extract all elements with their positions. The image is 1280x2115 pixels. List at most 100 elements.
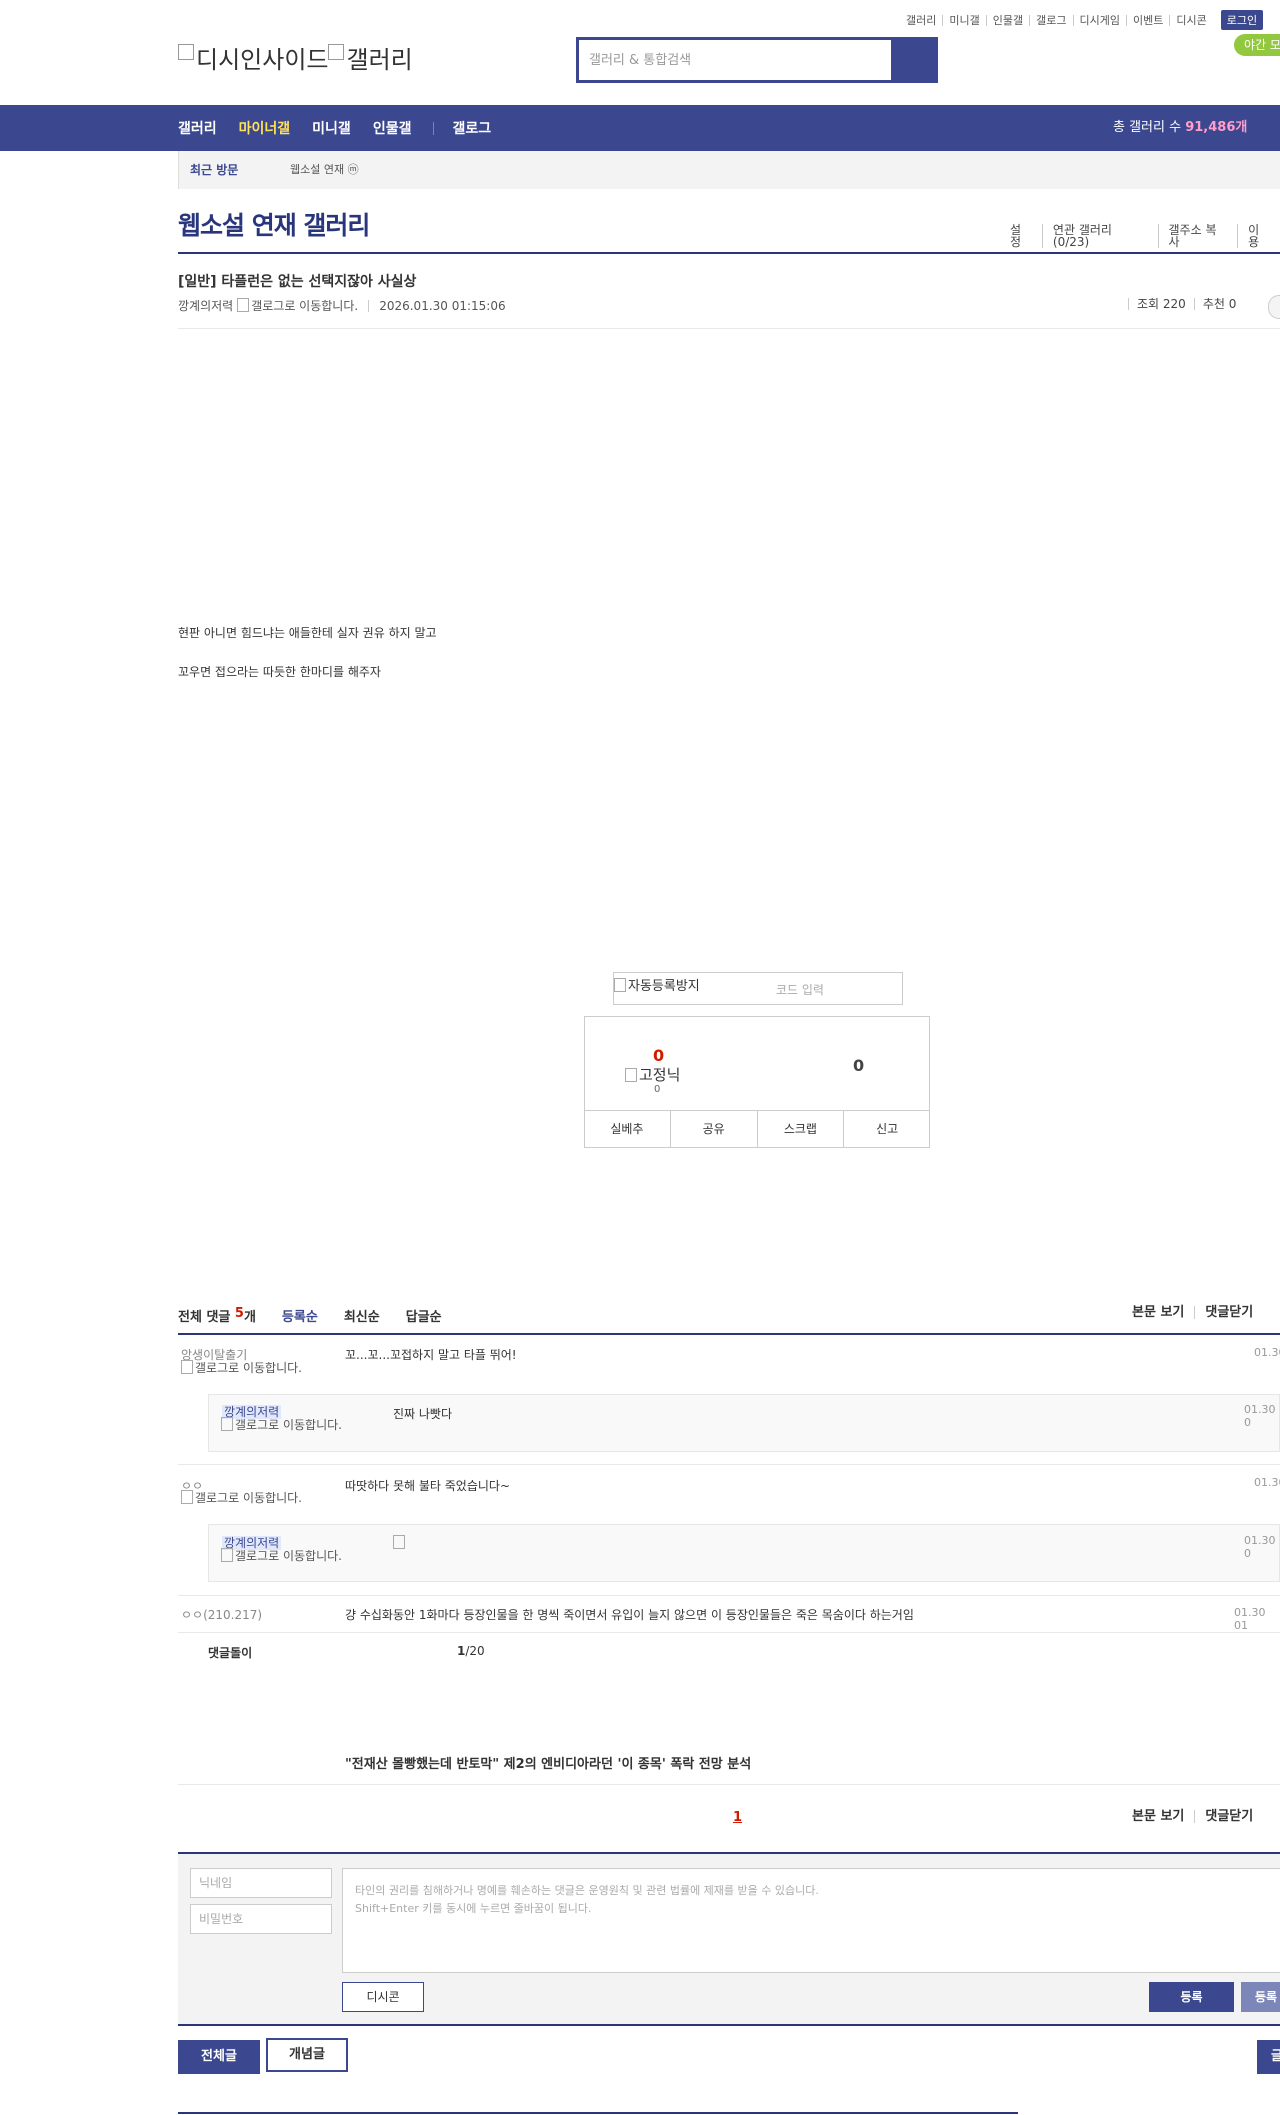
- top-link-gallery[interactable]: 갤러리: [900, 15, 942, 26]
- divider: [178, 1632, 1280, 1633]
- top-link-minigall[interactable]: 미니갤: [942, 14, 985, 26]
- submit-and-recommend-button[interactable]: 등록: [1241, 1982, 1280, 2012]
- comment-header-tools: 본문 보기 댓글닫기: [1122, 1306, 1263, 1319]
- top-link-person[interactable]: 인물갤: [985, 14, 1029, 26]
- top-link-event[interactable]: 이벤트: [1125, 14, 1169, 26]
- best-recommend-button[interactable]: 실베추: [584, 1111, 670, 1148]
- site-logo[interactable]: 디시인사이드 갤러리: [178, 40, 413, 75]
- recent-visit-label[interactable]: 최근 방문: [190, 151, 238, 189]
- close-comments-link[interactable]: 댓글닫기: [1194, 1306, 1263, 1319]
- upvote-button[interactable]: 고정닉: [625, 1064, 680, 1085]
- ad-headline-link[interactable]: "전재산 몰빵했는데 반토막" 제2의 엔비디아라던 '이 종목' 폭락 전망 …: [345, 1753, 751, 1772]
- gallog-link[interactable]: 갤로그로 이동합니다.: [221, 1548, 351, 1563]
- post-body-line: 현판 아니면 힘드냐는 애들한테 실자 권유 하지 말고: [178, 626, 437, 640]
- login-button[interactable]: 로그인: [1220, 10, 1264, 30]
- sort-reply[interactable]: 답글순: [406, 1306, 442, 1325]
- gallog-link[interactable]: 갤로그로 이동합니다.: [181, 1360, 311, 1375]
- report-button[interactable]: 신고: [843, 1111, 930, 1148]
- reply-box: [208, 1524, 1280, 1582]
- broken-image-icon: [178, 44, 194, 60]
- view-post-link[interactable]: 본문 보기: [1122, 1810, 1194, 1823]
- view-count: 조회 220: [1128, 298, 1194, 310]
- dccon-button[interactable]: 디시콘: [342, 1982, 424, 2012]
- post-title: [일반] 타플런은 없는 선택지잖아 사실상: [178, 274, 417, 290]
- search-input[interactable]: [579, 40, 893, 80]
- share-toggle-button[interactable]: [1268, 295, 1280, 319]
- search-icon: [902, 49, 920, 67]
- captcha-box: 자동등록방지: [613, 972, 908, 1005]
- comment-text: 걍 수십화동안 1화마다 등장인물을 한 명씩 죽이면서 유입이 늘지 않으면 …: [345, 1608, 914, 1622]
- gallery-settings-link[interactable]: 설정: [1000, 224, 1042, 248]
- comment-nick[interactable]: ㅇㅇ(210.217): [181, 1606, 262, 1623]
- gallery-title[interactable]: 웹소설 연재 갤러리: [178, 206, 370, 242]
- sort-latest[interactable]: 최신순: [344, 1306, 380, 1325]
- post-meta: 깡계의저력 갤로그로 이동합니다. 2026.01.30 01:15:06: [178, 297, 506, 314]
- comment-time: 01.30: [1254, 1476, 1280, 1489]
- nickname-input[interactable]: [190, 1868, 332, 1898]
- top-link-dcgame[interactable]: 디시게임: [1072, 14, 1126, 26]
- post-author[interactable]: 깡계의저력: [178, 297, 233, 314]
- divider: [178, 1595, 1280, 1596]
- concept-posts-button[interactable]: 개념글: [266, 2038, 348, 2072]
- comment-footer-tools: 본문 보기 댓글닫기: [1122, 1810, 1263, 1823]
- nav-person-gallery[interactable]: 인물갤: [373, 118, 412, 138]
- captcha-image: 자동등록방지: [614, 975, 700, 994]
- nav-mini-gallery[interactable]: 미니갤: [312, 118, 351, 138]
- nav-gallery[interactable]: 갤러리: [178, 118, 217, 138]
- divider: [178, 2024, 1280, 2026]
- gallery-count: 총 갤러리 수 91,486개: [1113, 105, 1247, 151]
- nav-gallog[interactable]: 갤로그: [452, 118, 491, 138]
- night-mode-toggle[interactable]: 야간 모: [1234, 34, 1280, 56]
- captcha-input[interactable]: [764, 979, 908, 1001]
- comment-total-label: 전체 댓글: [178, 1310, 231, 1325]
- sort-registered[interactable]: 등록순: [282, 1306, 318, 1325]
- related-gallery-link[interactable]: 연관 갤러리(0/23): [1041, 224, 1158, 248]
- top-link-dccon[interactable]: 디시콘: [1169, 14, 1212, 26]
- comment-page-1[interactable]: 1: [733, 1810, 742, 1825]
- reply-box: [208, 1394, 1280, 1452]
- view-post-link[interactable]: 본문 보기: [1122, 1306, 1194, 1319]
- divider: [178, 2112, 1018, 2114]
- logo-alt-text: 디시인사이드: [196, 46, 329, 74]
- top-link-gallog[interactable]: 갤로그: [1029, 14, 1072, 26]
- search-box: [576, 37, 938, 83]
- upvote-count: 0: [653, 1046, 665, 1065]
- gallery-count-value: 91,486개: [1185, 120, 1248, 135]
- copy-gallery-url-link[interactable]: 갤주소 복사: [1157, 224, 1238, 248]
- close-comments-link[interactable]: 댓글닫기: [1194, 1810, 1263, 1823]
- divider: [178, 1464, 1280, 1465]
- usage-link[interactable]: 이용: [1237, 224, 1280, 248]
- comment-time: 01.30 01: [1234, 1606, 1266, 1632]
- pager-total: /20: [465, 1644, 485, 1658]
- gallog-link[interactable]: 갤로그로 이동합니다.: [237, 297, 358, 314]
- broken-image-icon: [328, 44, 345, 60]
- search-button[interactable]: [891, 37, 935, 83]
- comment-textarea[interactable]: [342, 1868, 1280, 1973]
- recommend-actions: 실베추 공유 스크랩 신고: [584, 1110, 930, 1148]
- gallery-tools: 설정 연관 갤러리(0/23) 갤주소 복사 이용: [1000, 224, 1280, 248]
- gallog-link[interactable]: 갤로그로 이동합니다.: [221, 1417, 351, 1432]
- gallery-count-label: 총 갤러리 수: [1113, 120, 1182, 135]
- comment-time: 01.30 0: [1244, 1534, 1276, 1560]
- comment-header: 전체 댓글 5개 등록순 최신순 답글순: [178, 1306, 442, 1325]
- gallog-link[interactable]: 갤로그로 이동합니다.: [181, 1490, 311, 1505]
- divider: [178, 1784, 1280, 1785]
- divider: [178, 252, 1280, 254]
- divider: [178, 1333, 1280, 1335]
- password-input[interactable]: [190, 1904, 332, 1934]
- top-links: 갤러리 미니갤 인물갤 갤로그 디시게임 이벤트 디시콘 로그인: [900, 10, 1264, 30]
- comment-time: 01.30 0: [1244, 1403, 1276, 1429]
- recent-visit-item[interactable]: 웹소설 연재 ⓜ: [290, 151, 359, 189]
- comment-text: 꼬...꼬...꼬접하지 말고 타플 뛰어!: [345, 1348, 517, 1362]
- write-post-button[interactable]: 글: [1257, 2040, 1280, 2074]
- comment-text: 따땃하다 못해 불타 죽었습니다~: [345, 1479, 511, 1493]
- recommend-count: 추천 0: [1193, 298, 1245, 310]
- comment-robot-pager: 1/20: [457, 1644, 485, 1658]
- comment-time: 01.30: [1254, 1346, 1280, 1359]
- all-posts-button[interactable]: 전체글: [178, 2040, 260, 2074]
- logo-gallery-alt-text: 갤러리: [346, 46, 413, 74]
- submit-button[interactable]: 등록: [1149, 1982, 1234, 2012]
- nav-minor-gallery[interactable]: 마이너갤: [239, 118, 291, 138]
- share-button[interactable]: 공유: [669, 1111, 757, 1148]
- scrap-button[interactable]: 스크랩: [756, 1111, 844, 1148]
